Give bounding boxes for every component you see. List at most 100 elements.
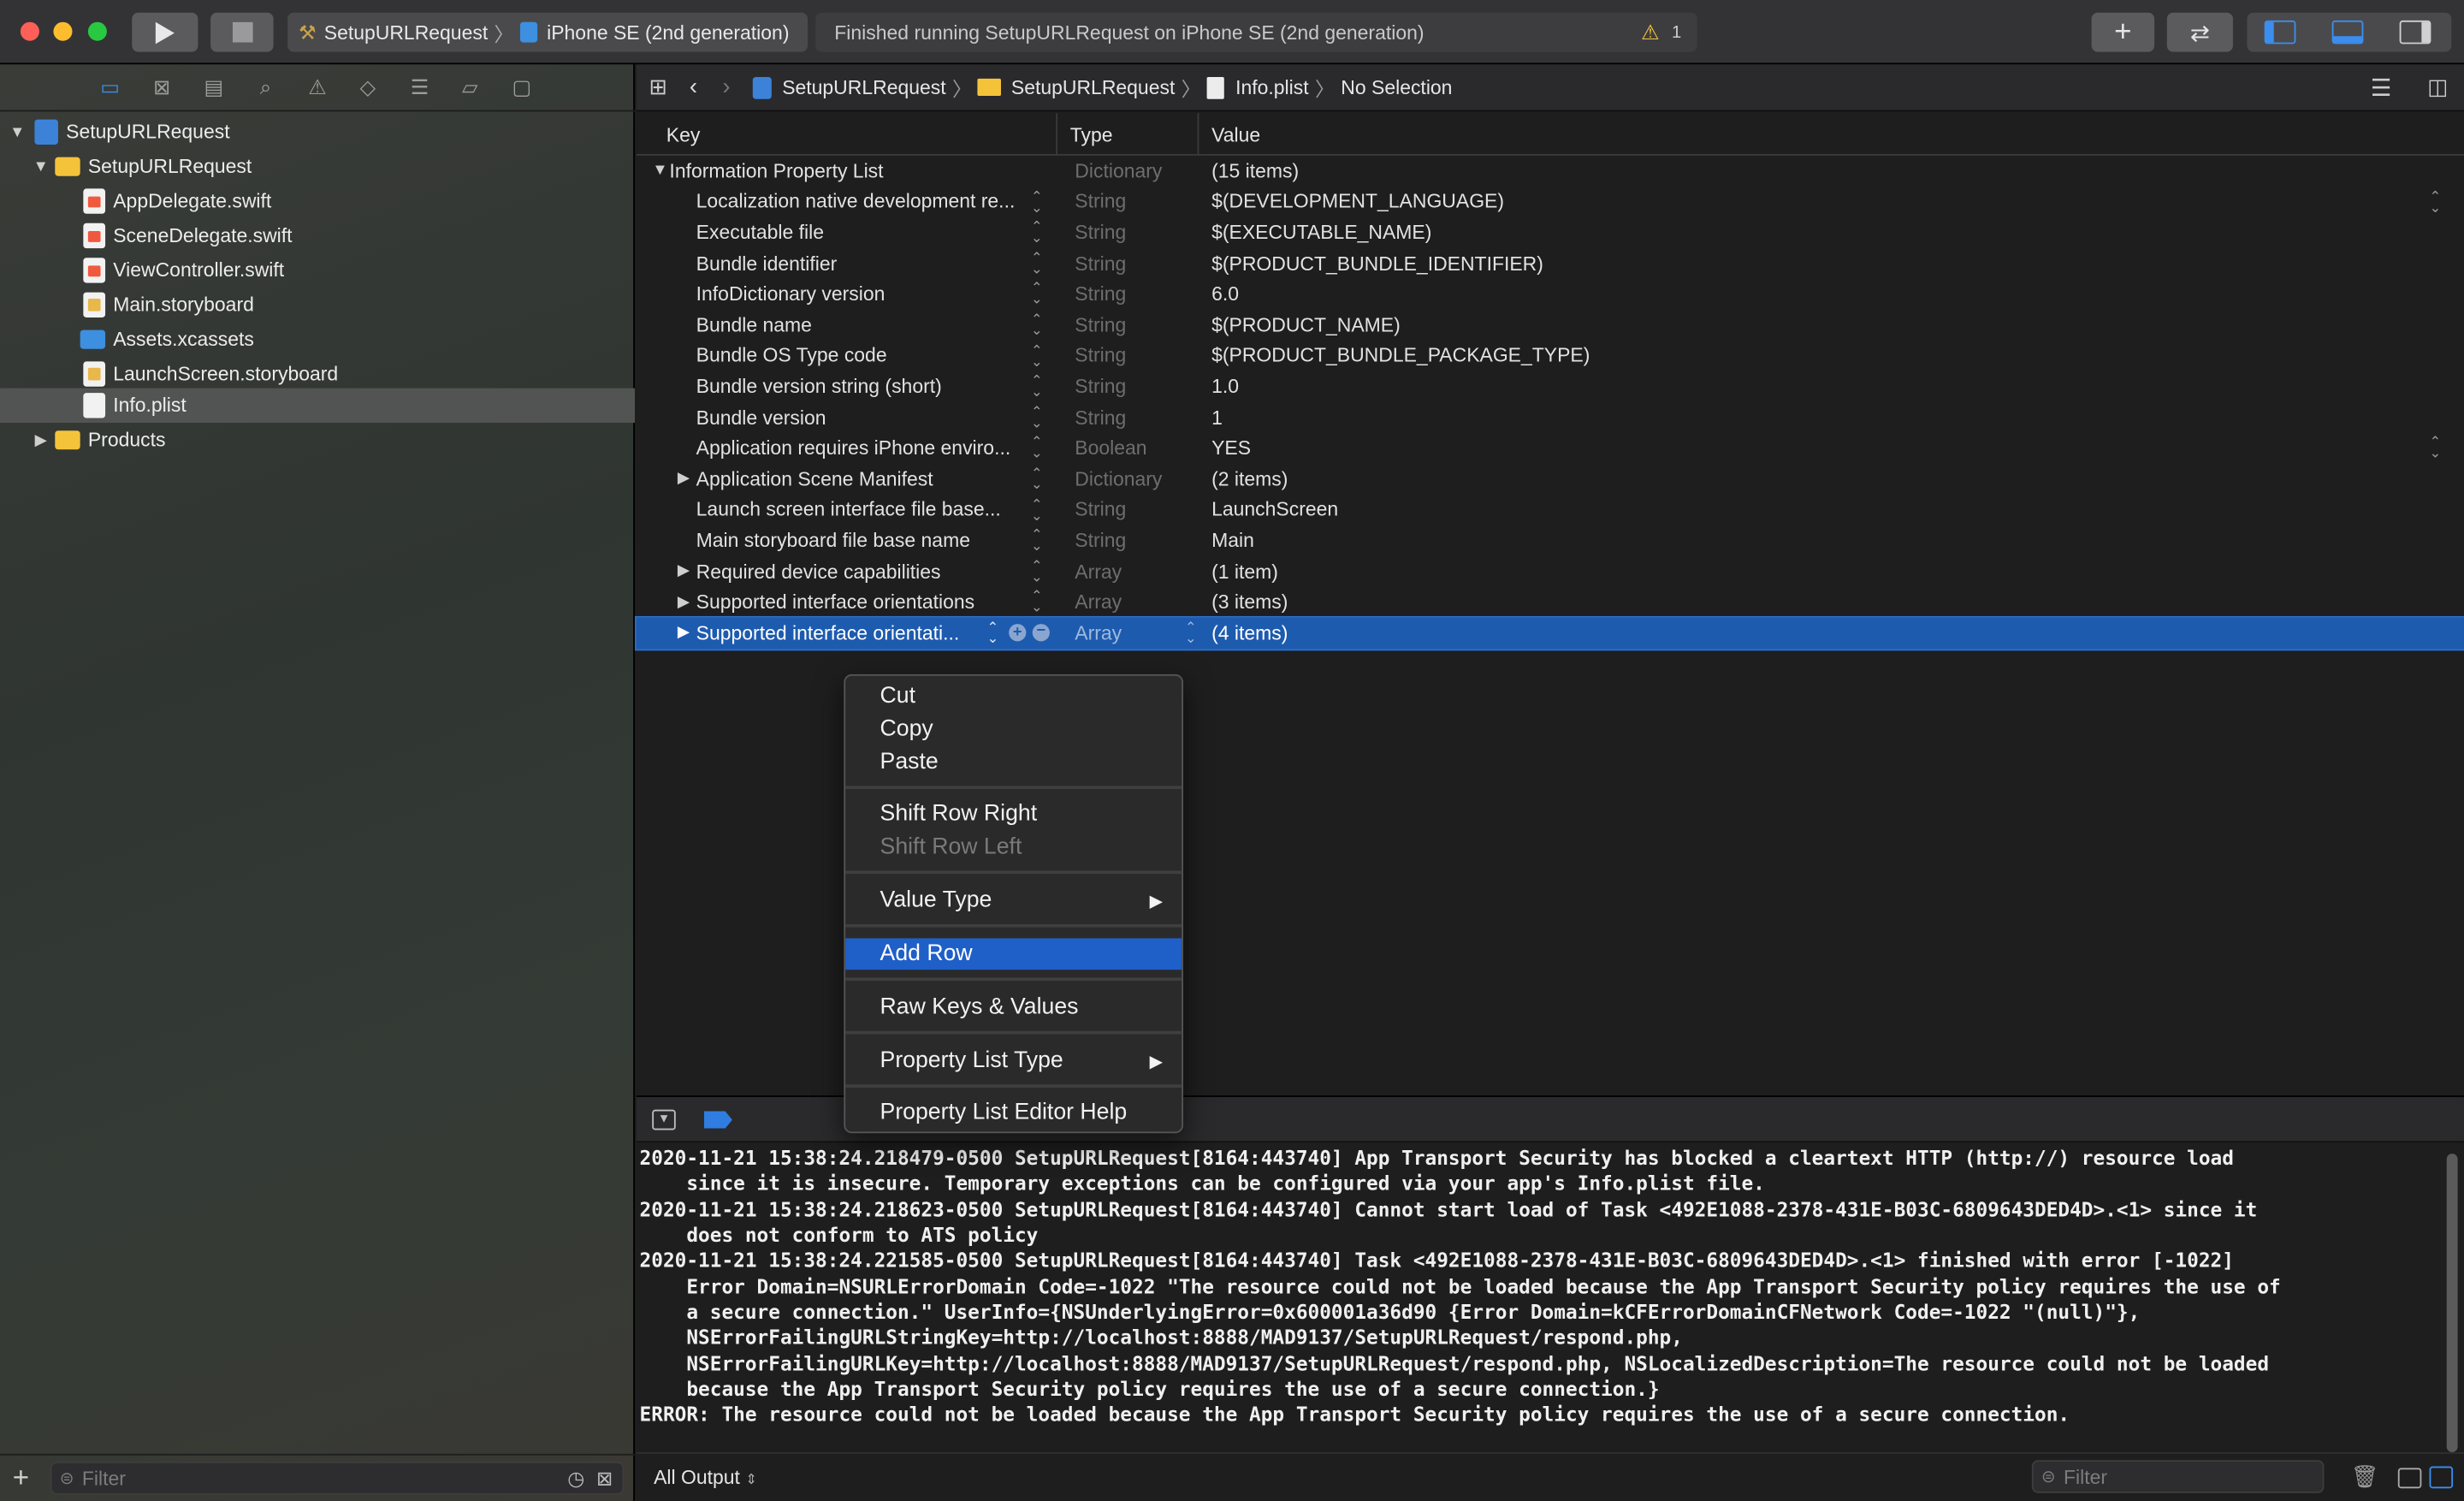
- console-output[interactable]: 2020-11-21 15:38:24.218479-0500 SetupURL…: [636, 1144, 2464, 1453]
- row-type[interactable]: Boolean: [1075, 437, 1146, 460]
- test-icon[interactable]: ◇: [353, 74, 382, 102]
- menu-item-editor-help[interactable]: Property List Editor Help: [845, 1097, 1182, 1129]
- row-key[interactable]: ▶ Application Scene Manifest: [637, 464, 1061, 495]
- close-window-button[interactable]: [20, 21, 39, 41]
- row-key[interactable]: ▶ Supported interface orientati...: [637, 618, 974, 649]
- row-key[interactable]: Bundle version: [637, 402, 1061, 433]
- hide-debug-area-icon[interactable]: ▼: [652, 1109, 676, 1130]
- row-type[interactable]: String: [1075, 222, 1126, 244]
- plist-row[interactable]: Application requires iPhone enviro... ⌃ ⌄ B…: [637, 433, 2464, 464]
- source-control-icon[interactable]: ⊠: [148, 74, 176, 102]
- plist-row[interactable]: Bundle name ⌃ ⌄ String $(PRODUCT_NAME): [637, 310, 2464, 341]
- stepper-icon[interactable]: ⌃ ⌄: [1031, 220, 1043, 245]
- row-value[interactable]: 1: [1211, 406, 1223, 429]
- row-type[interactable]: String: [1075, 376, 1126, 398]
- row-key[interactable]: InfoDictionary version: [637, 279, 1061, 310]
- scheme-selector[interactable]: ⚒ SetupURLRequest 〉 iPhone SE (2nd gener…: [287, 12, 808, 52]
- plist-root-row[interactable]: ▼ Information Property List Dictionary (1…: [637, 156, 2464, 187]
- plist-row[interactable]: Executable file ⌃ ⌄ String $(EXECUTABLE_NAME…: [637, 217, 2464, 248]
- row-type[interactable]: Array: [1075, 622, 1122, 644]
- row-type[interactable]: String: [1075, 191, 1126, 213]
- plist-row[interactable]: Bundle identifier ⌃ ⌄ String $(PRODUCT_BUNDL…: [637, 248, 2464, 279]
- variables-view-icon[interactable]: [2397, 1468, 2422, 1489]
- menu-item-add-row[interactable]: Add Row: [845, 938, 1182, 970]
- stepper-icon[interactable]: ⌃ ⌄: [1031, 528, 1043, 553]
- row-value[interactable]: $(EXECUTABLE_NAME): [1211, 222, 1431, 244]
- forward-icon[interactable]: ›: [722, 74, 730, 100]
- console-filter-input[interactable]: ⊜ Filter: [2031, 1460, 2325, 1493]
- tree-item-file[interactable]: ViewController.swift: [0, 253, 635, 288]
- plist-row[interactable]: Main storyboard file base name ⌃ ⌄ String Ma…: [637, 525, 2464, 556]
- debug-icon[interactable]: ☰: [406, 74, 434, 102]
- stepper-icon[interactable]: ⌃ ⌄: [1031, 559, 1043, 584]
- menu-item-paste[interactable]: Paste: [845, 746, 1182, 778]
- run-button[interactable]: [132, 12, 198, 52]
- output-selector[interactable]: All Output ⇕: [654, 1467, 757, 1489]
- row-type[interactable]: String: [1075, 345, 1126, 367]
- warning-count[interactable]: 1: [1672, 23, 1681, 42]
- column-header-value[interactable]: Value: [1197, 113, 1260, 156]
- row-value[interactable]: LaunchScreen: [1211, 499, 1338, 521]
- stepper-icon[interactable]: ⌃ ⌄: [1031, 590, 1043, 614]
- stepper-icon[interactable]: ⌃ ⌄: [1031, 497, 1043, 522]
- plist-row[interactable]: Bundle OS Type code ⌃ ⌄ String $(PRODUCT_BUN…: [637, 341, 2464, 371]
- row-value[interactable]: $(PRODUCT_NAME): [1211, 314, 1401, 336]
- console-scrollbar[interactable]: [2446, 1154, 2458, 1453]
- source-control-filter-icon[interactable]: ⊠: [596, 1467, 613, 1490]
- menu-item-copy[interactable]: Copy: [845, 714, 1182, 745]
- row-type[interactable]: Array: [1075, 591, 1122, 614]
- stepper-icon[interactable]: ⌃ ⌄: [1031, 405, 1043, 430]
- editor-options-icon[interactable]: ☰: [2371, 73, 2392, 101]
- add-editor-icon[interactable]: ◫: [2427, 74, 2448, 100]
- menu-item-property-list-type[interactable]: Property List Type ▶: [845, 1045, 1182, 1077]
- scheme-target[interactable]: SetupURLRequest: [324, 21, 488, 44]
- breadcrumb-project[interactable]: SetupURLRequest: [782, 76, 945, 98]
- breadcrumb-group[interactable]: SetupURLRequest: [1011, 76, 1175, 98]
- plist-row-selected[interactable]: ▶ Supported interface orientati... ⌃ ⌄ + − Arr…: [635, 615, 2464, 650]
- plist-row[interactable]: Launch screen interface file base... ⌃ ⌄ St…: [637, 495, 2464, 525]
- row-key[interactable]: Application requires iPhone enviro...: [637, 433, 1061, 464]
- row-type[interactable]: Dictionary: [1075, 468, 1162, 490]
- stepper-icon[interactable]: ⌃ ⌄: [1031, 189, 1043, 214]
- row-key[interactable]: Localization native development re...: [637, 187, 1061, 217]
- row-key[interactable]: Bundle name: [637, 310, 1061, 341]
- row-value[interactable]: 6.0: [1211, 283, 1239, 306]
- row-value[interactable]: $(PRODUCT_BUNDLE_PACKAGE_TYPE): [1211, 345, 1590, 367]
- type-popup-icon[interactable]: ⌃ ⌄: [1185, 620, 1197, 645]
- breakpoints-toggle-icon[interactable]: [703, 1111, 732, 1129]
- value-popup-icon[interactable]: ⌃ ⌄: [2430, 436, 2442, 460]
- minimize-window-button[interactable]: [53, 21, 73, 41]
- tree-item-group[interactable]: ▼ SetupURLRequest: [0, 149, 635, 183]
- code-review-button[interactable]: ⇄: [2166, 12, 2233, 52]
- console-view-icon[interactable]: [2429, 1466, 2454, 1489]
- disclosure-closed-icon[interactable]: ▶: [674, 594, 693, 611]
- row-key[interactable]: Executable file: [637, 217, 1061, 248]
- row-value[interactable]: 1.0: [1211, 376, 1239, 398]
- row-type[interactable]: String: [1075, 499, 1126, 521]
- search-icon[interactable]: ⌕: [252, 74, 280, 102]
- menu-item-raw-keys-values[interactable]: Raw Keys & Values: [845, 992, 1182, 1023]
- stop-button[interactable]: [210, 12, 274, 52]
- breakpoint-icon[interactable]: ▱: [456, 74, 484, 102]
- row-key[interactable]: Launch screen interface file base...: [637, 495, 1061, 525]
- row-key[interactable]: Bundle OS Type code: [637, 341, 1061, 371]
- row-key[interactable]: ▶ Required device capabilities: [637, 556, 1061, 587]
- row-type[interactable]: String: [1075, 530, 1126, 552]
- stepper-icon[interactable]: ⌃ ⌄: [1031, 466, 1043, 491]
- row-value[interactable]: YES: [1211, 437, 1251, 460]
- disclosure-open-icon[interactable]: ▼: [650, 163, 669, 180]
- zoom-window-button[interactable]: [87, 21, 107, 41]
- row-value[interactable]: $(PRODUCT_BUNDLE_IDENTIFIER): [1211, 252, 1543, 275]
- tree-item-file[interactable]: SceneDelegate.swift: [0, 218, 635, 252]
- disclosure-open-icon[interactable]: ▼: [8, 123, 27, 140]
- symbol-icon[interactable]: ▤: [199, 74, 228, 102]
- back-icon[interactable]: ‹: [690, 74, 697, 100]
- toggle-inspector-icon[interactable]: [2399, 20, 2431, 44]
- plist-row[interactable]: ▶ Required device capabilities ⌃ ⌄ Array (1 i…: [637, 556, 2464, 587]
- row-key[interactable]: Bundle version string (short): [637, 371, 1061, 402]
- stepper-icon[interactable]: ⌃ ⌄: [1031, 282, 1043, 306]
- navigator-filter-input[interactable]: ⊜ Filter ◷ ⊠: [50, 1462, 625, 1495]
- row-type[interactable]: String: [1075, 314, 1126, 336]
- row-value[interactable]: $(DEVELOPMENT_LANGUAGE): [1211, 191, 1504, 213]
- menu-item-shift-row-right[interactable]: Shift Row Right: [845, 798, 1182, 830]
